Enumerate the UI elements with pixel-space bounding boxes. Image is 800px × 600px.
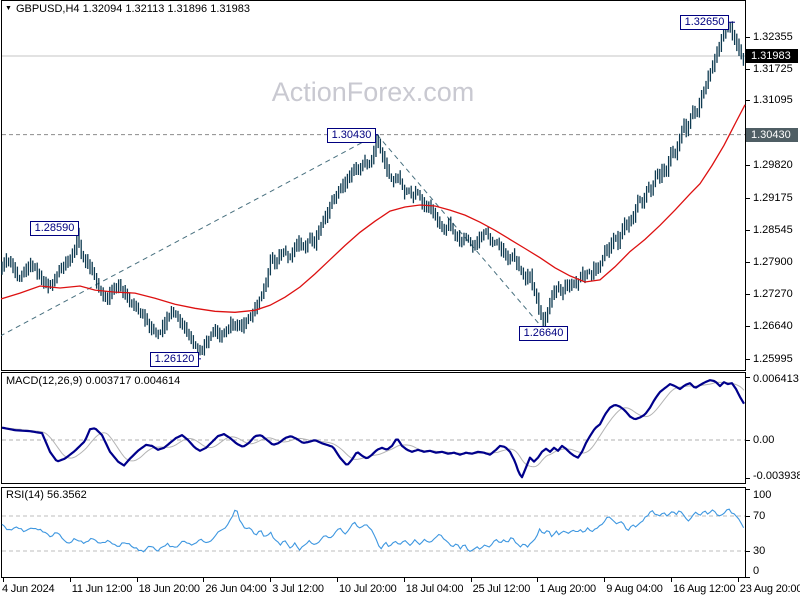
axis-tick-dash <box>746 439 750 441</box>
price-level-callout[interactable]: 1.26640 <box>519 325 568 341</box>
chart-window: ActionForex.com ▼ GBPUSD,H4 1.32094 1.321… <box>0 0 800 600</box>
time-axis-tick <box>537 578 539 582</box>
time-axis-label: 18 Jun 20:00 <box>138 583 200 595</box>
rsi-axis-label: 70 <box>753 509 766 522</box>
price-axis-label: 1.29820 <box>753 159 793 171</box>
time-axis-label: 26 Jun 04:00 <box>205 583 267 595</box>
macd-axis-label: 0.00 <box>753 433 775 446</box>
price-axis-label: 1.31725 <box>753 62 793 75</box>
time-axis-tick <box>337 578 338 582</box>
axis-tick-dash <box>746 326 750 328</box>
rsi-indicator-label: RSI(14) 56.3562 <box>6 489 87 501</box>
time-axis-label: 23 Aug 20:00 <box>739 583 800 595</box>
time-axis-tick <box>671 578 672 582</box>
price-axis-label: 1.28545 <box>753 223 793 236</box>
axis-tick-dash <box>746 197 750 199</box>
time-axis-tick <box>3 578 4 582</box>
macd-panel-canvas[interactable] <box>1 372 746 484</box>
time-axis-label: 1 Aug 20:00 <box>539 583 596 595</box>
macd-panel-border <box>1 372 746 484</box>
rsi-panel-canvas[interactable] <box>1 487 746 578</box>
macd-axis-label: -0.003938 <box>753 470 800 482</box>
time-axis-tick <box>604 578 606 582</box>
time-axis-label: 4 Jun 2024 <box>2 583 55 595</box>
axis-tick-dash <box>746 100 750 102</box>
rsi-axis-label: 0 <box>753 565 760 577</box>
time-axis-label: 25 Jul 12:00 <box>472 583 531 595</box>
current-price-badge: 1.31983 <box>746 49 798 63</box>
axis-tick-dash <box>746 376 750 378</box>
trendline[interactable] <box>376 134 554 341</box>
time-axis-label: 9 Aug 04:00 <box>606 583 663 595</box>
time-axis-tick <box>403 578 405 582</box>
time-axis-label: 16 Aug 12:00 <box>673 583 736 595</box>
price-axis-label: 1.26640 <box>753 320 793 333</box>
axis-tick-dash <box>746 576 750 578</box>
price-axis-label: 1.25995 <box>753 352 793 365</box>
axis-tick-dash <box>746 68 750 70</box>
highlighted-level-badge: 1.30430 <box>746 127 798 142</box>
axis-tick-dash <box>746 165 750 166</box>
collapse-chart-icon[interactable]: ▼ <box>5 5 12 12</box>
axis-tick-dash <box>746 36 750 38</box>
macd-axis-label: 0.006413 <box>753 373 799 385</box>
axis-tick-dash <box>746 262 750 264</box>
price-axis-label: 1.27900 <box>753 256 793 269</box>
chart-title: ▼ GBPUSD,H4 1.32094 1.32113 1.31896 1.319… <box>5 3 250 15</box>
time-axis-tick <box>470 578 472 582</box>
axis-tick-dash <box>746 478 750 480</box>
price-axis-label: 1.29175 <box>753 191 793 204</box>
price-level-callout[interactable]: 1.26120 <box>150 351 199 367</box>
time-axis-tick <box>69 578 71 582</box>
axis-tick-dash <box>746 550 750 552</box>
macd-indicator-label: MACD(12,26,9) 0.003717 0.004614 <box>6 375 181 387</box>
axis-tick-dash <box>746 229 750 231</box>
time-axis-label: 10 Jul 20:00 <box>339 583 397 595</box>
time-axis-tick <box>203 578 205 582</box>
rsi-axis-label: 30 <box>753 544 766 557</box>
macd-line <box>1 379 745 479</box>
price-level-callout[interactable]: 1.30430 <box>327 127 376 143</box>
axis-tick-dash <box>746 358 750 360</box>
rsi-panel-border <box>1 487 746 578</box>
axis-tick-dash <box>746 515 750 517</box>
time-axis-tick <box>737 578 739 582</box>
price-axis-label: 1.32355 <box>753 30 793 43</box>
price-axis-label: 1.27270 <box>753 288 793 301</box>
price-axis-label: 1.31095 <box>753 94 793 107</box>
time-axis-label: 18 Jul 04:00 <box>405 583 464 595</box>
price-level-callout[interactable]: 1.28590 <box>30 220 79 236</box>
rsi-axis-label: 100 <box>753 489 772 501</box>
axis-tick-dash <box>746 294 750 296</box>
chart-title-text: GBPUSD,H4 1.32094 1.32113 1.31896 1.3198… <box>15 3 250 15</box>
main-chart-canvas[interactable] <box>1 0 746 371</box>
axis-tick-dash <box>746 489 750 491</box>
time-axis-label: 3 Jul 12:00 <box>272 583 324 595</box>
candlestick-series <box>1 21 745 356</box>
time-axis-label: 11 Jun 12:00 <box>71 583 133 595</box>
time-axis-tick <box>270 578 272 582</box>
time-axis-tick <box>136 578 138 582</box>
price-level-callout[interactable]: 1.32650 <box>680 15 729 31</box>
